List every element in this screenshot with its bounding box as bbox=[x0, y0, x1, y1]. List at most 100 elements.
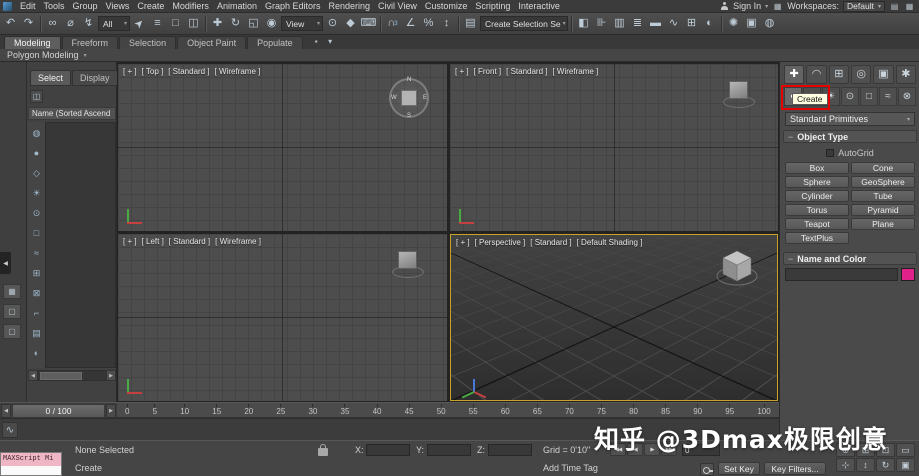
toggle-layer-explorer-icon[interactable]: ≣ bbox=[629, 15, 646, 33]
viewport-label-part[interactable]: [ Default Shading ] bbox=[577, 238, 643, 247]
percent-snap-icon[interactable]: % bbox=[420, 15, 437, 33]
workspaces-dropdown[interactable]: Default ▾ bbox=[843, 0, 885, 12]
use-pivot-point-icon[interactable]: ⊙ bbox=[324, 15, 341, 33]
explorer-tab-display[interactable]: Display bbox=[72, 70, 118, 86]
menu-rendering[interactable]: Rendering bbox=[325, 0, 375, 12]
maxscript-listener-row[interactable] bbox=[1, 466, 61, 475]
menu-animation[interactable]: Animation bbox=[213, 0, 261, 12]
create-torus-button[interactable]: Torus bbox=[785, 204, 849, 216]
timeline-tick[interactable]: 85 bbox=[661, 403, 670, 417]
name-and-color-rollout[interactable]: − Name and Color bbox=[783, 252, 917, 265]
display-tab[interactable]: ▣ bbox=[873, 65, 894, 84]
timeline-tick[interactable]: 100 bbox=[757, 403, 771, 417]
workspace-icon[interactable]: ▦ bbox=[772, 1, 783, 12]
create-cylinder-button[interactable]: Cylinder bbox=[785, 190, 849, 202]
viewcube-perspective[interactable] bbox=[713, 247, 761, 296]
ribbon-section-title[interactable]: Polygon Modeling bbox=[7, 50, 79, 60]
timeline-tick[interactable]: 80 bbox=[629, 403, 638, 417]
timeline-tick[interactable]: 15 bbox=[212, 403, 221, 417]
menu-interactive[interactable]: Interactive bbox=[514, 0, 564, 12]
timeline-tick[interactable]: 60 bbox=[501, 403, 510, 417]
selection-lock-icon[interactable] bbox=[318, 444, 328, 456]
previous-frame-arrow-icon[interactable]: ◀ bbox=[1, 403, 11, 418]
filter-lights-icon[interactable]: ☀ bbox=[30, 187, 43, 200]
orbit-icon[interactable]: ↻ bbox=[876, 458, 895, 472]
curve-editor-icon[interactable]: ∿ bbox=[665, 15, 682, 33]
explorer-tab-select[interactable]: Select bbox=[30, 70, 72, 86]
timeline-tick[interactable]: 90 bbox=[693, 403, 702, 417]
render-setup-icon[interactable]: ✺ bbox=[725, 15, 742, 33]
viewport-label-part[interactable]: [ Standard ] bbox=[168, 67, 209, 76]
object-name-field[interactable] bbox=[785, 268, 898, 281]
ribbon-tab-freeform[interactable]: Freeform bbox=[61, 36, 119, 49]
primitive-category-dropdown[interactable]: Standard Primitives ▾ bbox=[785, 112, 915, 126]
timeline-tick[interactable]: 25 bbox=[276, 403, 285, 417]
selection-filter-dropdown[interactable]: All ▾ bbox=[98, 16, 130, 31]
x-coordinate-field[interactable] bbox=[366, 444, 410, 456]
maximize-viewport-icon[interactable]: ▣ bbox=[896, 458, 915, 472]
ribbon-panel-options-icon[interactable]: ▪ bbox=[311, 36, 322, 47]
create-teapot-button[interactable]: Teapot bbox=[785, 218, 849, 230]
menu-civil-view[interactable]: Civil View bbox=[374, 0, 421, 12]
add-time-tag[interactable]: Add Time Tag bbox=[543, 463, 598, 473]
pan-icon[interactable]: ⊹ bbox=[836, 458, 855, 472]
viewport-label-part[interactable]: [ Standard ] bbox=[169, 237, 210, 246]
autogrid-checkbox[interactable] bbox=[826, 149, 835, 157]
select-object-icon[interactable]: ➤ bbox=[127, 11, 152, 36]
material-editor-icon[interactable]: ◐ bbox=[701, 15, 718, 33]
scrollbar-thumb[interactable] bbox=[40, 372, 82, 380]
viewport-label-part[interactable]: [ + ] bbox=[456, 238, 470, 247]
layout-flyout-button[interactable]: ◀ bbox=[0, 252, 11, 274]
viewport-label-part[interactable]: [ Left ] bbox=[142, 237, 164, 246]
menu-modifiers[interactable]: Modifiers bbox=[168, 0, 213, 12]
timeline-tick[interactable]: 95 bbox=[725, 403, 734, 417]
filter-materials-icon[interactable]: ◐ bbox=[30, 347, 43, 360]
redo-icon[interactable]: ↷ bbox=[20, 15, 37, 33]
mini-curve-editor-icon[interactable]: ∿ bbox=[2, 422, 18, 438]
viewport-label-part[interactable]: [ Wireframe ] bbox=[215, 67, 261, 76]
scroll-right-icon[interactable]: ▶ bbox=[106, 370, 116, 381]
snap-toggle-3d-icon[interactable]: ∩ 3 bbox=[384, 15, 401, 33]
window-crossing-icon[interactable]: ◫ bbox=[185, 15, 202, 33]
menu-customize[interactable]: Customize bbox=[421, 0, 472, 12]
keyboard-shortcut-override-icon[interactable]: ⌨ bbox=[360, 15, 377, 33]
set-key-button[interactable]: Set Key bbox=[718, 462, 760, 475]
sign-in-button[interactable]: Sign In bbox=[733, 1, 761, 11]
layout-tab-2[interactable]: ▢ bbox=[3, 304, 21, 319]
viewcube-front[interactable] bbox=[722, 78, 756, 110]
z-coordinate-field[interactable] bbox=[488, 444, 532, 456]
timeline-tick[interactable]: 65 bbox=[533, 403, 542, 417]
toggle-ribbon-icon[interactable]: ▬ bbox=[647, 15, 664, 33]
edit-named-selection-sets-icon[interactable]: ▤ bbox=[462, 15, 479, 33]
viewport-label-part[interactable]: [ + ] bbox=[123, 67, 137, 76]
create-textplus-button[interactable]: TextPlus bbox=[785, 232, 849, 244]
hierarchy-tab[interactable]: ⊞ bbox=[828, 65, 849, 84]
filter-geometry-icon[interactable]: ● bbox=[30, 147, 43, 160]
schematic-view-icon[interactable]: ⊞ bbox=[683, 15, 700, 33]
spacewarps-category[interactable]: ≈ bbox=[879, 87, 897, 106]
viewport-label-part[interactable]: [ Front ] bbox=[474, 67, 502, 76]
filter-bones-icon[interactable]: ⌐ bbox=[30, 307, 43, 320]
timeline-tick[interactable]: 20 bbox=[244, 403, 253, 417]
select-and-link-icon[interactable]: ∞ bbox=[44, 15, 61, 33]
timeline-tick[interactable]: 75 bbox=[597, 403, 606, 417]
filter-helpers-icon[interactable]: □ bbox=[30, 227, 43, 240]
viewport-label-part[interactable]: [ Top ] bbox=[142, 67, 164, 76]
menu-scripting[interactable]: Scripting bbox=[471, 0, 514, 12]
filter-groups-icon[interactable]: ⊞ bbox=[30, 267, 43, 280]
field-of-view-icon[interactable]: ▭ bbox=[896, 443, 915, 457]
helpers-category[interactable]: □ bbox=[860, 87, 878, 106]
filter-cameras-icon[interactable]: ⊙ bbox=[30, 207, 43, 220]
cameras-category[interactable]: ⊙ bbox=[841, 87, 859, 106]
viewport-label-part[interactable]: [ Wireframe ] bbox=[215, 237, 261, 246]
create-cone-button[interactable]: Cone bbox=[851, 162, 915, 174]
undo-icon[interactable]: ↶ bbox=[2, 15, 19, 33]
create-plane-button[interactable]: Plane bbox=[851, 218, 915, 230]
timeline-tick[interactable]: 40 bbox=[373, 403, 382, 417]
viewport-left[interactable]: [ + ] [ Left ] [ Standard ] [ Wireframe ] bbox=[118, 234, 447, 401]
filter-containers-icon[interactable]: ▤ bbox=[30, 327, 43, 340]
scrollbar-track[interactable] bbox=[38, 370, 106, 381]
select-and-move-icon[interactable]: ✚ bbox=[209, 15, 226, 33]
filter-shapes-icon[interactable]: ◇ bbox=[30, 167, 43, 180]
selection-region-icon[interactable]: □ bbox=[167, 15, 184, 33]
